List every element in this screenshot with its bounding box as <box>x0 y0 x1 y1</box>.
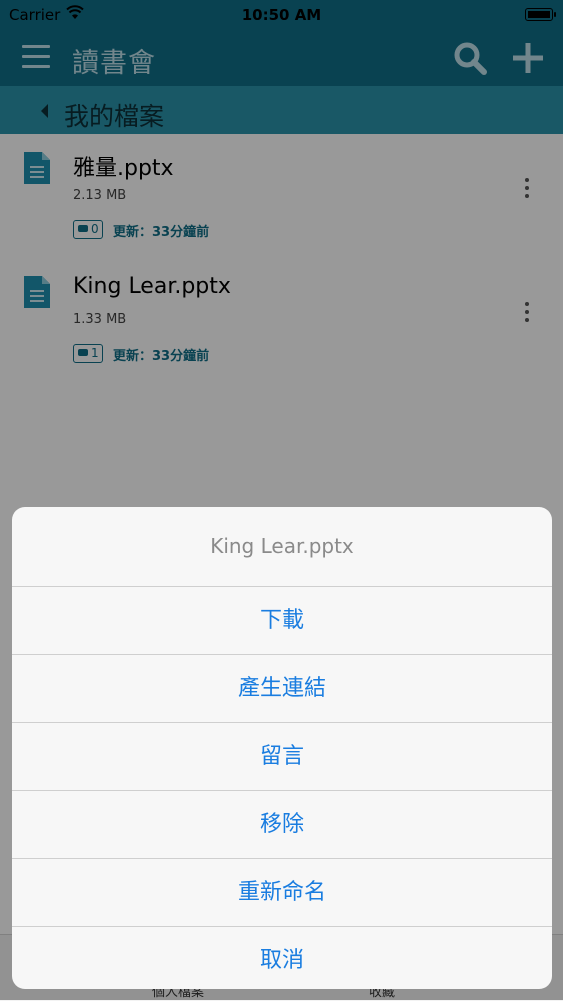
generate-link-button[interactable]: 產生連結 <box>12 655 552 723</box>
download-button[interactable]: 下載 <box>12 587 552 655</box>
comment-button[interactable]: 留言 <box>12 723 552 791</box>
rename-button[interactable]: 重新命名 <box>12 859 552 927</box>
action-sheet-title: King Lear.pptx <box>12 507 552 587</box>
cancel-button[interactable]: 取消 <box>12 927 552 989</box>
remove-button[interactable]: 移除 <box>12 791 552 859</box>
action-sheet: King Lear.pptx 下載 產生連結 留言 移除 重新命名 取消 <box>12 507 552 989</box>
